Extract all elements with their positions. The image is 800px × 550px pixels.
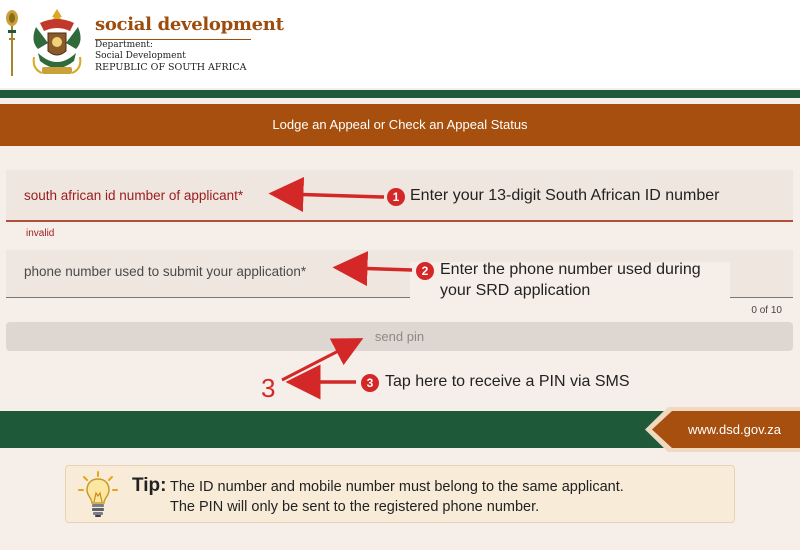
phone-number-label: phone number used to submit your applica… xyxy=(24,264,307,279)
country-name: REPUBLIC OF SOUTH AFRICA xyxy=(95,62,247,73)
handwritten-step-number: 3 xyxy=(261,373,276,403)
page-title: Lodge an Appeal or Check an Appeal Statu… xyxy=(0,104,800,146)
step-2-badge: 2 xyxy=(416,262,434,280)
tip-text-line1: The ID number and mobile number must bel… xyxy=(170,479,624,495)
phone-character-counter: 0 of 10 xyxy=(751,305,782,316)
department-label: Department: xyxy=(95,40,153,50)
site-header: social development Department: Social De… xyxy=(0,0,800,88)
department-name: Social Development xyxy=(95,51,186,61)
id-number-label: south african id number of applicant* xyxy=(24,188,244,203)
tip-box: Tip: The ID number and mobile number mus… xyxy=(65,465,735,523)
coat-of-arms-icon xyxy=(32,9,82,74)
mace-icon xyxy=(6,10,18,76)
website-link[interactable]: www.dsd.gov.za xyxy=(688,422,781,437)
tip-text-line2: The PIN will only be sent to the registe… xyxy=(170,499,540,515)
step-1-text: Enter your 13-digit South African ID num… xyxy=(410,187,720,204)
id-number-error: invalid xyxy=(26,228,55,239)
step-1-badge: 1 xyxy=(387,188,405,206)
lightbulb-icon xyxy=(78,471,118,517)
tip-label: Tip: xyxy=(132,475,167,496)
brand-name: social development xyxy=(95,14,284,35)
footer-green-band xyxy=(0,411,800,448)
step-3-text: Tap here to receive a PIN via SMS xyxy=(385,373,630,390)
send-pin-button[interactable]: send pin xyxy=(6,322,793,351)
header-green-rule xyxy=(0,90,800,98)
step-3-badge: 3 xyxy=(361,374,379,392)
department-branding: social development Department: Social De… xyxy=(95,14,284,73)
step-2-text-line2: your SRD application xyxy=(440,282,591,299)
step-2-text-line1: Enter the phone number used during xyxy=(440,261,701,278)
